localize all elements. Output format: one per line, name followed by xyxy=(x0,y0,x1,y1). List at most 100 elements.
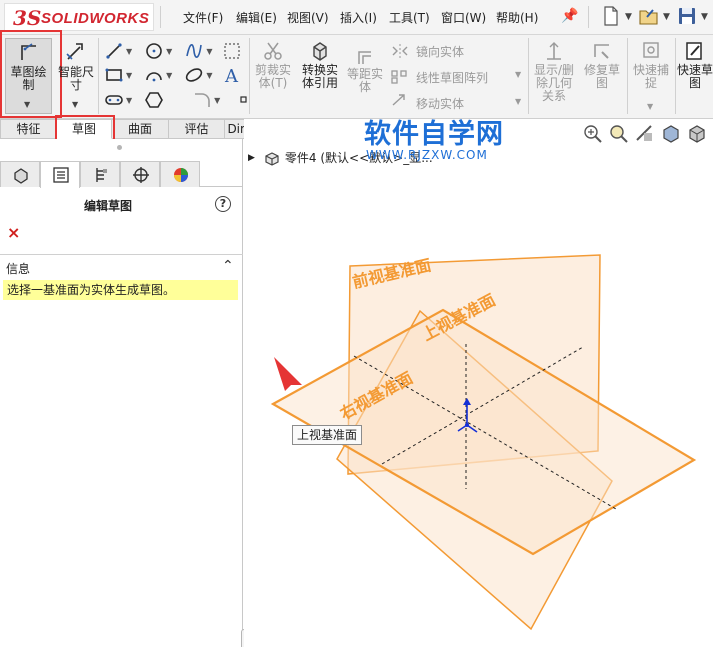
divider xyxy=(249,38,250,114)
mirror-icon[interactable] xyxy=(390,43,410,62)
chevron-down-icon[interactable]: ▼ xyxy=(515,70,521,79)
repair-sketch-button[interactable]: 修复草 图 xyxy=(580,40,624,90)
info-message: 选择一基准面为实体生成草图。 xyxy=(3,280,238,300)
spline-icon[interactable] xyxy=(184,41,204,61)
chevron-down-icon[interactable]: ▼ xyxy=(166,47,172,56)
crosshair-icon xyxy=(133,167,149,183)
chevron-down-icon[interactable]: ▼ xyxy=(126,96,132,105)
menu-help[interactable]: 帮助(H) xyxy=(496,9,538,26)
chevron-down-icon[interactable]: ▼ xyxy=(126,47,132,56)
circle-icon[interactable] xyxy=(144,41,164,61)
arc-icon[interactable] xyxy=(144,65,164,85)
pin-icon[interactable]: 📌 xyxy=(561,8,578,24)
quick-snaps-button[interactable]: 快速捕 捉 xyxy=(630,40,672,90)
chevron-down-icon[interactable]: ▼ xyxy=(206,47,212,56)
show-delete-relations-button[interactable]: 显示/删 除几何 关系 xyxy=(532,40,576,103)
tab-property-manager[interactable] xyxy=(40,161,80,188)
chevron-down-icon[interactable]: ▼ xyxy=(126,71,132,80)
chevron-up-icon[interactable]: ⌃ xyxy=(222,258,234,274)
menu-tools[interactable]: 工具(T) xyxy=(389,9,430,26)
chevron-down-icon[interactable]: ▼ xyxy=(72,100,78,109)
show-delete-relations-label: 显示/删 除几何 关系 xyxy=(533,63,575,103)
divider xyxy=(675,38,676,114)
tab-evaluate[interactable]: 评估 xyxy=(169,119,225,139)
tab-features[interactable]: 特征 xyxy=(0,119,57,139)
chevron-down-icon[interactable]: ▼ xyxy=(647,102,653,111)
panel-grip[interactable] xyxy=(117,145,122,150)
tab-display-manager[interactable] xyxy=(160,161,200,187)
save-icon[interactable] xyxy=(676,5,698,27)
chevron-down-icon[interactable]: ▼ xyxy=(701,12,708,22)
open-folder-icon[interactable] xyxy=(638,5,660,27)
text-icon[interactable]: A xyxy=(222,65,242,87)
tab-configuration-manager[interactable] xyxy=(80,161,120,187)
chevron-down-icon[interactable]: ▼ xyxy=(515,97,521,106)
new-document-icon[interactable] xyxy=(600,5,622,27)
menu-edit[interactable]: 编辑(E) xyxy=(236,9,277,26)
slot-icon[interactable] xyxy=(104,90,124,110)
pointer-arrow xyxy=(274,357,302,391)
property-manager-panel: 编辑草图 ? × 信息 ⌃ 选择一基准面为实体生成草图。 xyxy=(0,139,249,647)
solidworks-logo[interactable]: 3S SOLIDWORKS xyxy=(4,3,154,31)
graphics-area[interactable]: ▶ 零件4 (默认<<默认>_显... 软件自学网 WWW.RJZXW.COM xyxy=(244,119,713,647)
offset-entities-label: 等距实 体 xyxy=(346,67,383,94)
offset-entities-icon xyxy=(358,51,371,64)
title-bar: 3S SOLIDWORKS 文件(F) 编辑(E) 视图(V) 插入(I) 工具… xyxy=(0,0,713,35)
highlight-box-sketch xyxy=(0,30,62,118)
chevron-down-icon[interactable]: ▼ xyxy=(206,71,212,80)
rapid-sketch-icon xyxy=(686,42,702,60)
divider xyxy=(528,38,529,114)
point-icon[interactable] xyxy=(234,90,254,110)
menu-insert[interactable]: 插入(I) xyxy=(340,9,377,26)
move-icon[interactable] xyxy=(390,92,410,111)
line-icon[interactable] xyxy=(104,41,124,61)
plane-tooltip: 上视基准面 xyxy=(292,425,363,445)
rectangle-icon[interactable] xyxy=(104,65,124,85)
rapid-sketch-label: 快速草 图 xyxy=(677,63,713,90)
move-entities-item[interactable]: 移动实体 xyxy=(416,95,464,112)
polygon-icon[interactable] xyxy=(144,90,164,110)
repair-sketch-label: 修复草 图 xyxy=(583,63,620,90)
tab-dimxpert-manager[interactable] xyxy=(120,161,160,187)
trim-entities-button[interactable]: 剪裁实 体(T) xyxy=(252,40,294,90)
chevron-down-icon[interactable]: ▼ xyxy=(625,12,632,22)
linear-pattern-item[interactable]: 线性草图阵列 xyxy=(416,69,488,86)
convert-entities-button[interactable]: 转换实 体引用 xyxy=(298,40,342,90)
offset-entities-button[interactable]: 等距实 体 xyxy=(344,48,386,94)
menu-file[interactable]: 文件(F) xyxy=(183,9,223,26)
tab-surfaces[interactable]: 曲面 xyxy=(112,119,169,139)
highlight-box-sketch-tab xyxy=(55,115,115,141)
info-section-label[interactable]: 信息 xyxy=(6,260,30,277)
chevron-down-icon[interactable]: ▼ xyxy=(214,96,220,105)
trim-entities-label: 剪裁实 体(T) xyxy=(254,63,291,90)
chevron-down-icon[interactable]: ▼ xyxy=(663,12,670,22)
menu-window[interactable]: 窗口(W) xyxy=(441,9,486,26)
help-icon[interactable]: ? xyxy=(215,196,231,212)
ds-logo-mark: 3S xyxy=(13,6,42,30)
fillet-icon[interactable] xyxy=(192,90,212,110)
scissors-icon xyxy=(264,42,282,60)
logo-text: SOLIDWORKS xyxy=(41,10,150,27)
tab-feature-manager[interactable] xyxy=(0,161,40,187)
smart-dimension-button[interactable]: 智能尺 寸 xyxy=(56,40,96,92)
smart-dimension-label: 智能尺 寸 xyxy=(57,65,94,92)
svg-text:A: A xyxy=(224,66,239,85)
dashed-box-icon[interactable] xyxy=(222,41,242,61)
feature-tree-icon xyxy=(14,168,28,184)
linear-pattern-icon[interactable] xyxy=(390,68,410,87)
close-icon[interactable]: × xyxy=(7,223,20,242)
mirror-entities-item[interactable]: 镜向实体 xyxy=(416,43,464,60)
repair-sketch-icon xyxy=(594,44,609,59)
divider xyxy=(160,6,161,28)
command-manager-ribbon: 草图绘 制 ▼ 智能尺 寸 ▼ ▼ ▼ ▼ ▼ ▼ ▼ A ▼ ▼ 剪裁实 体(… xyxy=(0,30,713,119)
manager-tabs xyxy=(0,161,243,188)
chevron-down-icon[interactable]: ▼ xyxy=(166,71,172,80)
origin-point xyxy=(465,423,469,427)
smart-dimension-icon xyxy=(66,43,83,60)
appearance-ball-icon xyxy=(174,168,188,182)
sketch-entity-row-1: ▼ ▼ ▼ xyxy=(104,41,242,61)
rapid-sketch-button[interactable]: 快速草 图 xyxy=(677,40,713,90)
menu-view[interactable]: 视图(V) xyxy=(287,9,329,26)
sketch-entity-row-3: ▼ ▼ xyxy=(104,90,254,110)
ellipse-icon[interactable] xyxy=(184,65,204,85)
